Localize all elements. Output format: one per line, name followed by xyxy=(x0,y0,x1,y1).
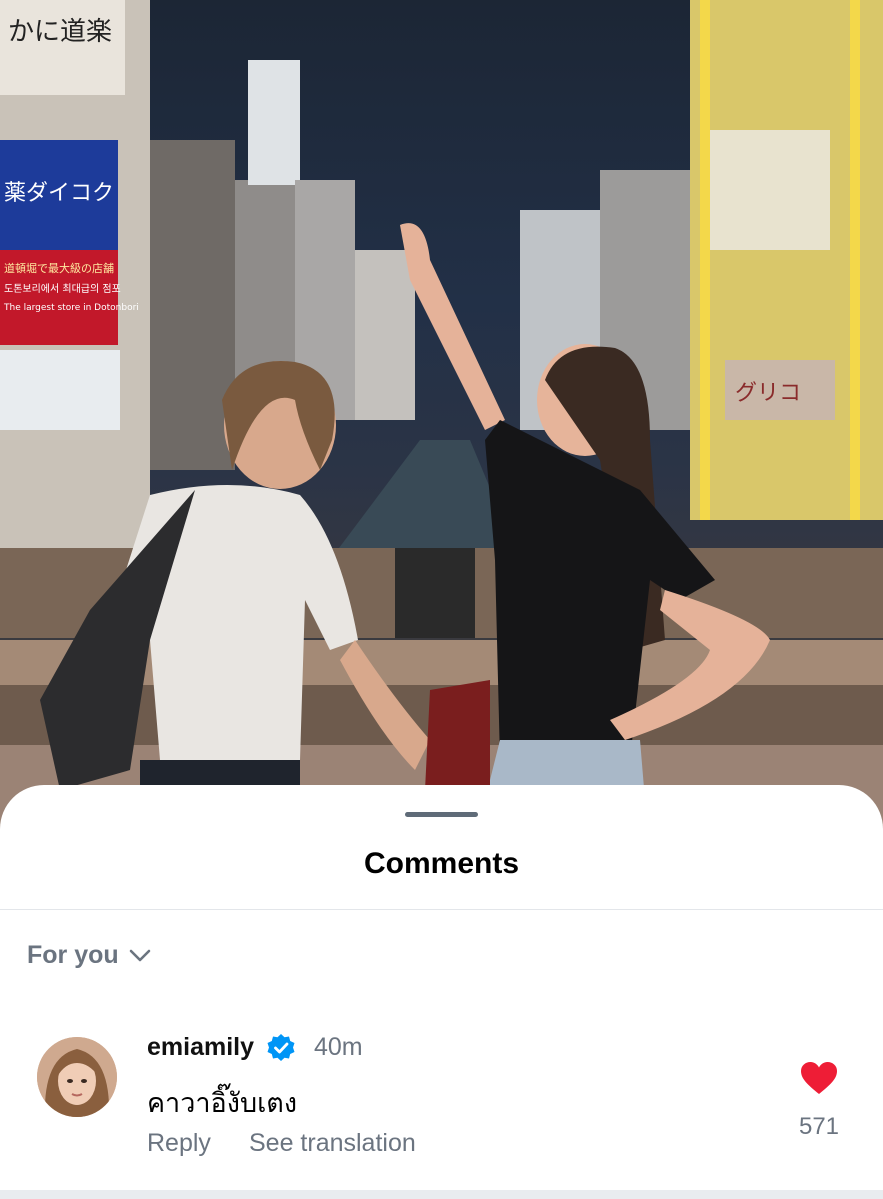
see-translation-button[interactable]: See translation xyxy=(249,1129,416,1158)
daikoku-sub-sign: 道頓堀で最大級の店舗 xyxy=(4,261,114,275)
avatar[interactable] xyxy=(37,1037,117,1117)
glico-sign: グリコ xyxy=(735,381,801,406)
comment-timestamp: 40m xyxy=(314,1033,363,1061)
bottom-divider xyxy=(0,1190,883,1199)
english-sign: The largest store in Dotonbori xyxy=(3,303,139,313)
post-photo: かに道楽 薬ダイコク 道頓堀で最大級の店舗 도톤보리에서 최대급의 점포 The… xyxy=(0,0,883,860)
comment-text: คาวาอิ๊งับเตง xyxy=(147,1088,298,1118)
comments-sheet: Comments For you emiamily 40m คาวาอิ๊งับ xyxy=(0,785,883,1199)
sheet-title: Comments xyxy=(363,847,520,880)
korean-sign: 도톤보리에서 최대급의 점포 xyxy=(4,283,121,295)
comment-username[interactable]: emiamily xyxy=(147,1033,254,1062)
comment-filter-dropdown[interactable]: For you xyxy=(27,941,151,970)
heart-icon[interactable] xyxy=(800,1061,838,1095)
filter-label: For you xyxy=(27,941,119,969)
photo-scene: かに道楽 薬ダイコク 道頓堀で最大級の店舗 도톤보리에서 최대급의 점포 The… xyxy=(0,0,883,860)
chevron-down-icon xyxy=(129,949,150,961)
like-count: 571 xyxy=(798,1113,840,1140)
verified-badge-icon xyxy=(267,1034,295,1061)
reply-button[interactable]: Reply xyxy=(147,1129,211,1158)
sheet-drag-handle[interactable] xyxy=(405,812,478,817)
daikoku-sign: 薬ダイコク xyxy=(4,181,114,206)
kani-sign: かに道楽 xyxy=(8,17,112,47)
avatar-image xyxy=(37,1037,117,1117)
comment-item: emiamily 40m คาวาอิ๊งับเตง Reply See tra… xyxy=(0,1025,883,1165)
divider xyxy=(0,909,883,910)
